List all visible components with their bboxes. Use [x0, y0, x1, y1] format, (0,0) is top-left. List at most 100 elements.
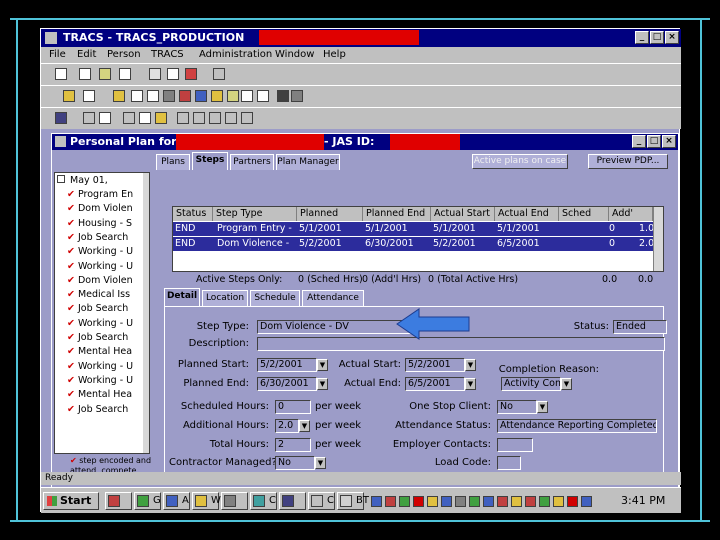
grid-scrollbar[interactable] [653, 207, 663, 271]
menu-person[interactable]: Person [107, 49, 141, 60]
attendance-status-field[interactable]: Attendance Reporting Completed [497, 419, 657, 433]
note-icon[interactable] [147, 90, 159, 102]
col-planned-start[interactable]: Planned Start [297, 207, 363, 232]
one-stop-dropdown[interactable]: ▼ [537, 401, 548, 413]
start-button[interactable]: Start [43, 492, 99, 510]
grid-icon[interactable] [79, 68, 91, 80]
pencil-icon[interactable] [63, 90, 75, 102]
tree-item[interactable]: ✔ Dom Violen [67, 203, 133, 217]
tree-item[interactable]: ✔ Job Search [67, 232, 128, 246]
plan-close-button[interactable]: × [662, 135, 676, 148]
undo-icon[interactable] [193, 112, 205, 124]
tray-icon-4[interactable] [413, 496, 424, 507]
paste-icon[interactable] [155, 112, 167, 124]
tray-icon-16[interactable] [581, 496, 592, 507]
tray-icon-6[interactable] [441, 496, 452, 507]
close-button[interactable]: × [665, 31, 679, 44]
taskbar-task-button[interactable]: W [192, 492, 221, 510]
tray-icon-15[interactable] [567, 496, 578, 507]
planned-start-field[interactable]: 5/2/2001 [257, 358, 317, 372]
plan-minimize-button[interactable]: _ [632, 135, 646, 148]
tree-item[interactable]: ✔ Mental Hea [67, 346, 132, 360]
col-add-hrs[interactable]: Add' Hrs [609, 207, 653, 232]
print-icon[interactable] [83, 112, 95, 124]
menu-administration[interactable]: Administration [199, 49, 272, 60]
tab-attendance[interactable]: Attendance [302, 290, 364, 306]
lock-icon[interactable] [225, 112, 237, 124]
taskbar-task-button[interactable]: G [134, 492, 161, 510]
tree-item[interactable]: ✔ Job Search [67, 332, 128, 346]
tab-plan-manager[interactable]: Plan Manager [276, 154, 340, 170]
taskbar-task-button[interactable] [279, 492, 306, 510]
tray-icon-14[interactable] [553, 496, 564, 507]
tray-icon-1[interactable] [371, 496, 382, 507]
taskbar-task-button[interactable] [221, 492, 248, 510]
col-actual-start[interactable]: Actual Start [431, 207, 495, 221]
tray-icon-7[interactable] [455, 496, 466, 507]
tools-icon[interactable] [163, 90, 175, 102]
tray-icon-2[interactable] [385, 496, 396, 507]
tray-icon-3[interactable] [399, 496, 410, 507]
bell-icon[interactable] [241, 112, 253, 124]
split-icon[interactable] [213, 68, 225, 80]
tab-plans[interactable]: Plans [156, 154, 190, 170]
contractor-managed-dropdown[interactable]: ▼ [315, 457, 326, 469]
table-icon[interactable] [257, 90, 269, 102]
actual-start-dropdown[interactable]: ▼ [465, 359, 476, 371]
tab-steps[interactable]: Steps [192, 152, 228, 170]
stamp-icon[interactable] [179, 90, 191, 102]
planned-end-field[interactable]: 6/30/2001 [257, 377, 317, 391]
plan-tree[interactable]: May 01, ✔ Program En ✔ Dom Violen ✔ Housing -… [54, 172, 150, 454]
col-sched-hrs[interactable]: Sched Hrs [559, 207, 609, 232]
tree-item[interactable]: ✔ Working - U [67, 375, 133, 389]
tree-item[interactable]: ✔ Job Search [67, 404, 128, 418]
preview-icon[interactable] [99, 112, 111, 124]
window-icon[interactable] [167, 68, 179, 80]
folder-icon[interactable] [113, 90, 125, 102]
tray-icon-9[interactable] [483, 496, 494, 507]
people-icon[interactable] [227, 90, 239, 102]
col-status[interactable]: Status [173, 207, 213, 221]
tree-item[interactable]: ✔ Working - U [67, 361, 133, 375]
status-field[interactable]: Ended [613, 320, 667, 334]
menu-tracs[interactable]: TRACS [151, 49, 184, 60]
table-row[interactable]: END Dom Violence - 5/2/2001 6/30/2001 5/… [173, 237, 654, 251]
phone-icon[interactable] [277, 90, 289, 102]
menu-help[interactable]: Help [323, 49, 346, 60]
calendar-icon[interactable] [241, 90, 253, 102]
delete-icon[interactable] [177, 112, 189, 124]
minimize-button[interactable]: _ [635, 31, 649, 44]
employer-contacts-field[interactable] [497, 438, 533, 452]
tree-item[interactable]: ✔ Program En [67, 189, 133, 203]
actual-end-field[interactable]: 6/5/2001 [405, 377, 465, 391]
steps-grid[interactable]: Status Step Type Planned Start Planned E… [172, 206, 664, 272]
tab-schedule[interactable]: Schedule [250, 290, 300, 306]
tree-item[interactable]: ✔ Job Search [67, 303, 128, 317]
tree-item[interactable]: ✔ Working - U [67, 246, 133, 260]
tab-location[interactable]: Location [202, 290, 248, 306]
tree-root[interactable]: May 01, [57, 175, 108, 189]
completion-reason-field[interactable]: Activity Comp [501, 377, 561, 391]
table-row[interactable]: END Program Entry - 5/1/2001 5/1/2001 5/… [173, 222, 654, 236]
taskbar-task-button[interactable]: C [250, 492, 277, 510]
find-icon[interactable] [209, 112, 221, 124]
tray-icon-11[interactable] [511, 496, 522, 507]
preview-pdp-button[interactable]: Preview PDP... [588, 154, 668, 169]
load-code-field[interactable] [497, 456, 521, 470]
tree-scrollbar[interactable] [143, 173, 149, 453]
one-stop-field[interactable]: No [497, 400, 537, 414]
taskbar-task-button[interactable] [105, 492, 132, 510]
taskbar-task-button[interactable]: A [163, 492, 190, 510]
planned-end-dropdown[interactable]: ▼ [317, 378, 328, 390]
tree-item[interactable]: ✔ Mental Hea [67, 389, 132, 403]
contractor-managed-field[interactable]: No [275, 456, 315, 470]
col-actual-end[interactable]: Actual End [495, 207, 559, 221]
tree-item[interactable]: ✔ Dom Violen [67, 275, 133, 289]
menu-file[interactable]: File [49, 49, 66, 60]
tree-item[interactable]: ✔ Housing - S [67, 218, 132, 232]
tray-icon-13[interactable] [539, 496, 550, 507]
tray-icon-12[interactable] [525, 496, 536, 507]
flag-icon[interactable] [185, 68, 197, 80]
house-icon[interactable] [211, 90, 223, 102]
copy2-icon[interactable] [139, 112, 151, 124]
